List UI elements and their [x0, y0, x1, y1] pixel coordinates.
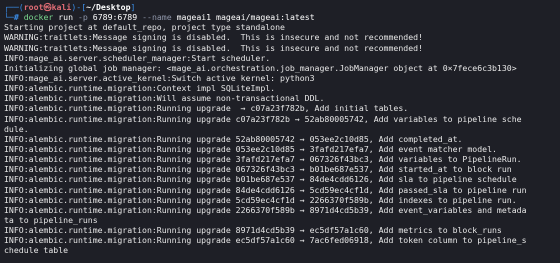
output-line: INFO:alembic.runtime.migration:Running u…	[4, 164, 512, 175]
output-line: chedule table	[4, 245, 69, 256]
output-line: INFO:alembic.runtime.migration:Running u…	[4, 204, 527, 215]
terminal-window[interactable]: ┌──(root㉿kali)-[~/Desktop] └─# docker ru…	[0, 0, 560, 256]
output-line: WARNING:traitlets:Message signing is dis…	[4, 42, 423, 53]
output-line: INFO:alembic.runtime.migration:Running u…	[4, 113, 522, 124]
prompt-second: └─	[4, 12, 14, 23]
output-line: INFO:alembic.runtime.migration:Running u…	[4, 133, 463, 144]
prompt-user-host: root㉿kali	[23, 2, 72, 12]
output-line: INFO:alembic.runtime.migration:Will assu…	[4, 93, 325, 104]
command-arg-image: mageai1 mageai/mageai:latest	[176, 12, 315, 23]
output-line: INFO:alembic.runtime.migration:Running u…	[4, 174, 517, 185]
output-line: INFO:alembic.runtime.migration:Running u…	[4, 225, 502, 236]
command-opt-name: --name	[142, 12, 172, 23]
output-line: dule.	[4, 123, 29, 134]
output-line: INFO:alembic.runtime.migration:Running u…	[4, 154, 522, 165]
output-line: INFO:alembic.runtime.migration:Running u…	[4, 184, 527, 195]
prompt-hash: #	[13, 12, 19, 23]
prompt-mid: )-[	[71, 2, 87, 12]
output-line: INFO:alembic.runtime.migration:Running u…	[4, 143, 497, 154]
output-line: INFO:alembic.runtime.migration:Context i…	[4, 83, 276, 94]
output-line: INFO:alembic.runtime.migration:Running u…	[4, 235, 527, 246]
output-line: Starting project at default_repo, projec…	[4, 22, 285, 33]
output-line: INFO:alembic.runtime.migration:Running u…	[4, 194, 517, 205]
command-arg-port: 6789:6789	[92, 12, 138, 23]
prompt-close: ]	[130, 2, 136, 12]
command-opt-port: -p	[77, 12, 88, 23]
command-arg-run: run	[58, 12, 74, 23]
output-line: ta to pipeline_runs	[4, 214, 98, 225]
command-line[interactable]: └─# docker run -p 6789:6789 --name magea…	[4, 12, 556, 22]
prompt-path: ~/Desktop	[86, 2, 131, 12]
prompt-open: ┌──(	[4, 2, 24, 12]
prompt-line-top: ┌──(root㉿kali)-[~/Desktop]	[4, 2, 556, 12]
output-line: INFO:mage_ai.server.scheduler_manager:St…	[4, 52, 271, 63]
command-name: docker	[23, 12, 54, 23]
output-line: Initializing global job manager: <mage_a…	[4, 62, 517, 73]
output-line: INFO:alembic.runtime.migration:Running u…	[4, 103, 409, 114]
output-line: WARNING:traitlets:Message signing is dis…	[4, 32, 423, 43]
output-line: INFO:mage_ai.server.active_kernel:Switch…	[4, 72, 315, 83]
